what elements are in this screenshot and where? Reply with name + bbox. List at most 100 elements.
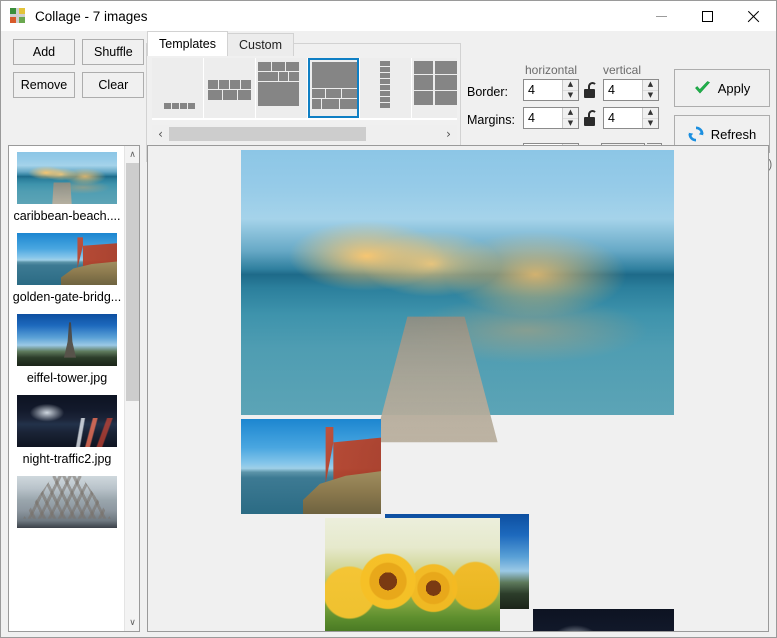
border-horizontal-stepper[interactable]: 4 ▲▼ — [523, 79, 579, 101]
template-thumbnail-strip[interactable] — [152, 58, 457, 120]
green-checkmark-icon — [694, 81, 711, 96]
template-option-4[interactable] — [360, 58, 411, 118]
template-cell-block — [380, 103, 390, 108]
list-item-filename: golden-gate-bridg... — [11, 285, 123, 310]
template-horizontal-scrollbar[interactable]: ‹ › — [152, 125, 457, 143]
scroll-down-arrow-icon[interactable]: ∨ — [125, 614, 140, 631]
scroll-up-arrow-icon[interactable]: ∧ — [125, 146, 140, 163]
template-cell-block — [272, 62, 285, 71]
template-cell-block — [414, 61, 433, 74]
image-list-scrollbar-thumb[interactable] — [126, 163, 139, 401]
window-title: Collage - 7 images — [35, 9, 148, 24]
tab-strip: Templates Custom — [147, 32, 293, 56]
toolbar: Add Shuffle Remove Clear Templates Custo… — [1, 31, 776, 141]
scroll-left-arrow-icon[interactable]: ‹ — [152, 125, 169, 143]
clear-button[interactable]: Clear — [82, 72, 144, 98]
template-cell-block — [230, 80, 240, 89]
collage-app-icon — [10, 8, 26, 24]
list-item-thumbnail[interactable] — [17, 395, 117, 447]
template-cell-block — [219, 80, 229, 89]
apply-button[interactable]: Apply — [674, 69, 770, 107]
margins-vertical-stepper[interactable]: 4 ▲▼ — [603, 107, 659, 129]
collage-cell-1[interactable] — [241, 419, 381, 514]
stepper-down-icon[interactable]: ▼ — [563, 119, 578, 129]
template-option-3[interactable] — [308, 58, 359, 118]
collage-cell-0[interactable] — [241, 150, 674, 415]
margins-horizontal-stepper[interactable]: 4 ▲▼ — [523, 107, 579, 129]
shuffle-button[interactable]: Shuffle — [82, 39, 144, 65]
image-list-panel[interactable]: caribbean-beach.... golden-gate-bridg... e… — [8, 145, 140, 632]
template-cell-block — [208, 80, 218, 89]
template-cell-block — [380, 91, 390, 96]
margins-lock-toggle[interactable] — [584, 110, 598, 126]
margins-horizontal-value[interactable]: 4 — [524, 108, 562, 128]
list-item[interactable] — [9, 476, 125, 528]
template-cell-block — [238, 90, 251, 100]
template-cell-block — [312, 62, 357, 88]
template-cell-block — [223, 90, 237, 100]
list-item[interactable]: golden-gate-bridg... — [9, 233, 125, 310]
list-item-filename: caribbean-beach.... — [11, 204, 123, 229]
margins-vertical-value[interactable]: 4 — [604, 108, 642, 128]
image-list[interactable]: caribbean-beach.... golden-gate-bridg... e… — [9, 146, 125, 532]
list-item-thumbnail[interactable] — [17, 314, 117, 366]
border-vertical-stepper[interactable]: 4 ▲▼ — [603, 79, 659, 101]
template-cell-block — [380, 79, 390, 84]
tab-templates[interactable]: Templates — [147, 31, 228, 56]
stepper-down-icon[interactable]: ▼ — [563, 91, 578, 101]
window-controls — [638, 1, 776, 31]
blue-refresh-arrows-icon — [688, 126, 704, 142]
collage-preview-canvas[interactable] — [147, 145, 769, 632]
collage-cell-3[interactable] — [533, 609, 674, 632]
minimize-button[interactable] — [638, 1, 684, 31]
image-list-scrollbar[interactable]: ∧ ∨ — [124, 146, 139, 631]
template-cell-block — [380, 61, 390, 66]
template-option-1[interactable] — [204, 58, 255, 118]
template-cell-block — [289, 72, 299, 81]
list-item-thumbnail[interactable] — [17, 476, 117, 528]
template-option-2[interactable] — [256, 58, 307, 118]
list-item-thumbnail[interactable] — [17, 152, 117, 204]
border-vertical-value[interactable]: 4 — [604, 80, 642, 100]
template-cell-block — [414, 75, 433, 90]
stepper-down-icon[interactable]: ▼ — [643, 119, 658, 129]
refresh-label: Refresh — [711, 127, 757, 142]
remove-button[interactable]: Remove — [13, 72, 75, 98]
template-cell-block — [241, 80, 251, 89]
template-cell-block — [180, 103, 187, 109]
template-cell-block — [164, 103, 171, 109]
template-cell-block — [188, 103, 195, 109]
template-cell-block — [326, 89, 341, 98]
stepper-down-icon[interactable]: ▼ — [643, 91, 658, 101]
horizontal-column-header: horizontal — [525, 63, 577, 77]
margins-label: Margins: — [467, 113, 515, 127]
border-horizontal-value[interactable]: 4 — [524, 80, 562, 100]
template-cell-block — [435, 75, 457, 90]
stepper-up-icon[interactable]: ▲ — [563, 108, 578, 119]
close-button[interactable] — [730, 1, 776, 31]
stepper-up-icon[interactable]: ▲ — [643, 108, 658, 119]
template-cell-block — [172, 103, 179, 109]
add-button[interactable]: Add — [13, 39, 75, 65]
scroll-right-arrow-icon[interactable]: › — [440, 125, 457, 143]
tab-custom[interactable]: Custom — [227, 33, 294, 56]
template-cell-block — [286, 62, 299, 71]
maximize-button[interactable] — [684, 1, 730, 31]
template-option-5[interactable] — [412, 58, 457, 118]
collage-cell-5[interactable] — [325, 518, 500, 631]
file-actions-group: Add Shuffle Remove Clear — [13, 39, 148, 105]
template-cell-block — [322, 99, 339, 109]
stepper-up-icon[interactable]: ▲ — [643, 80, 658, 91]
list-item[interactable]: eiffel-tower.jpg — [9, 314, 125, 391]
template-cell-block — [380, 73, 390, 78]
template-scrollbar-thumb[interactable] — [169, 127, 366, 141]
template-option-0[interactable] — [152, 58, 203, 118]
list-item[interactable]: caribbean-beach.... — [9, 152, 125, 229]
vertical-column-header: vertical — [603, 63, 641, 77]
list-item-thumbnail[interactable] — [17, 233, 117, 285]
border-lock-toggle[interactable] — [584, 82, 598, 98]
list-item[interactable]: night-traffic2.jpg — [9, 395, 125, 472]
stepper-up-icon[interactable]: ▲ — [563, 80, 578, 91]
template-cell-block — [258, 62, 271, 71]
title-bar: Collage - 7 images — [1, 1, 776, 31]
